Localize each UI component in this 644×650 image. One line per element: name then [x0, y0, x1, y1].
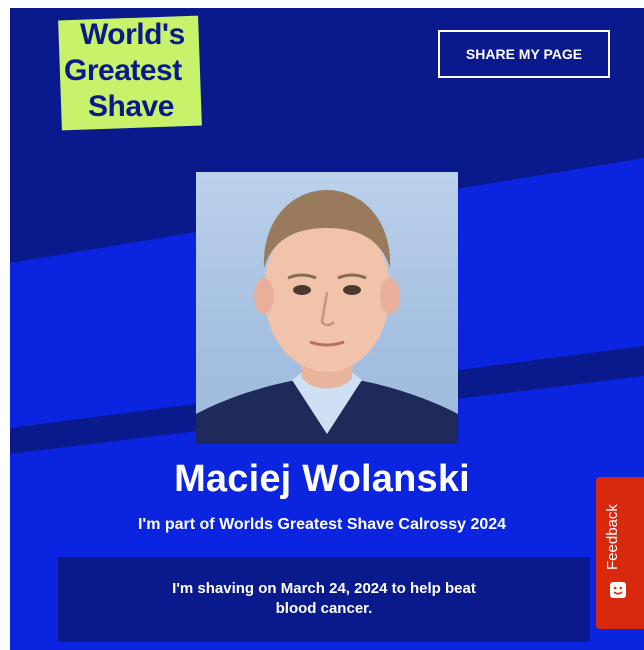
profile-photo-illustration	[196, 190, 458, 444]
fundraiser-subtitle: I'm part of Worlds Greatest Shave Calros…	[137, 516, 507, 533]
shave-info-line-2: blood cancer.	[275, 600, 373, 617]
page-background: World's Greatest Shave SHARE MY PAGE	[10, 8, 644, 650]
feedback-tab[interactable]: Feedback	[596, 477, 644, 629]
fundraiser-name: Maciej Wolanski	[174, 458, 470, 500]
shave-info-text: I'm shaving on March 24, 2024 to help be…	[58, 579, 590, 619]
smiley-icon	[610, 582, 626, 598]
worlds-greatest-shave-logo[interactable]: World's Greatest Shave	[58, 12, 208, 132]
logo-line-1: World's	[80, 18, 185, 51]
shave-info-box: I'm shaving on March 24, 2024 to help be…	[58, 557, 590, 642]
feedback-label: Feedback	[604, 504, 621, 570]
shave-info-line-1: I'm shaving on March 24, 2024 to help be…	[172, 580, 476, 597]
logo-line-3: Shave	[88, 90, 174, 123]
share-my-page-button[interactable]: SHARE MY PAGE	[438, 30, 610, 78]
logo-line-2: Greatest	[64, 54, 182, 87]
profile-photo	[196, 172, 458, 444]
